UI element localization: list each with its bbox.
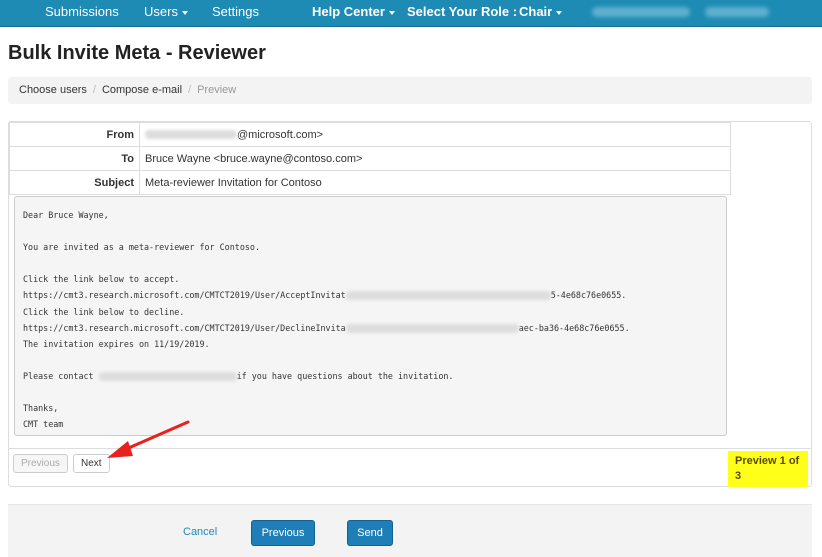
arrow-shaft — [122, 420, 190, 452]
annotation-arrow-icon — [107, 420, 190, 458]
arrow-head — [107, 441, 133, 458]
